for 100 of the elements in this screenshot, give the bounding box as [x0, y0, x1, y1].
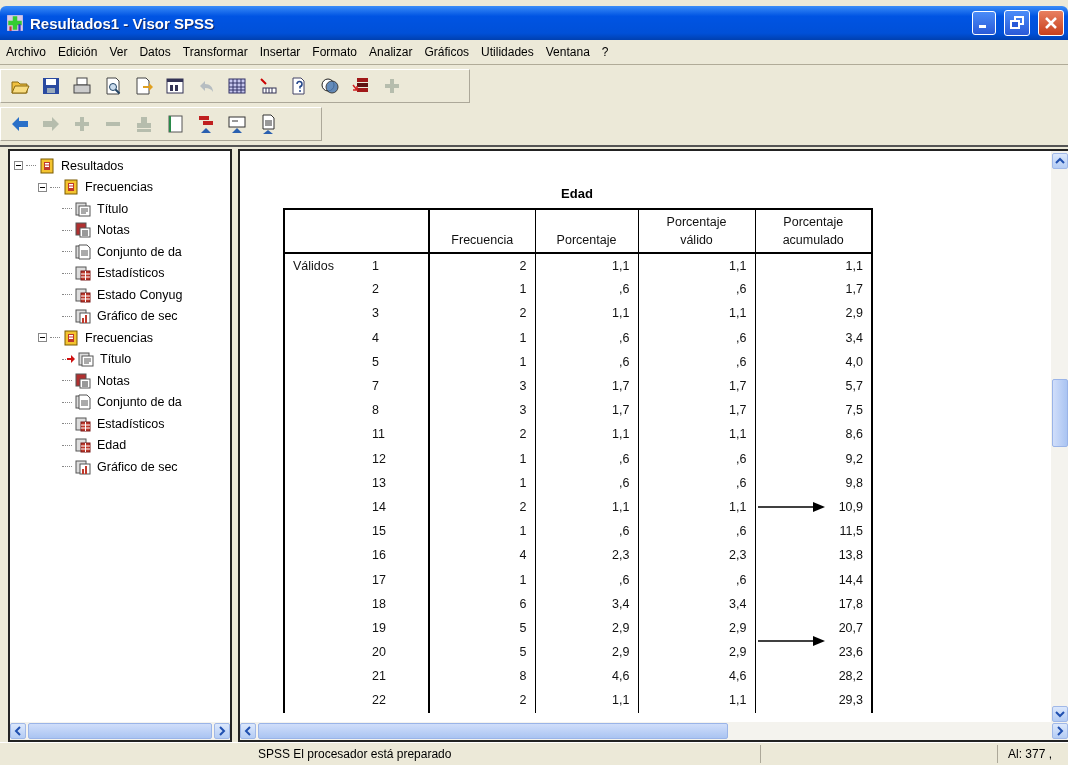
- table-cell: ,6: [736, 524, 747, 539]
- menu-item[interactable]: Ventana: [545, 45, 590, 59]
- table-cell: 1,1: [729, 258, 747, 273]
- menu-item[interactable]: Archivo: [6, 45, 46, 59]
- table-cell: 1: [519, 524, 527, 539]
- table-cell: 1: [519, 572, 527, 587]
- printer-icon[interactable]: [71, 75, 93, 97]
- tree-item[interactable]: Notas: [97, 223, 130, 238]
- table-cell: 3,4: [729, 596, 747, 611]
- menu-item[interactable]: Gráficos: [424, 45, 470, 59]
- row-label: 16: [372, 548, 386, 563]
- table-cell: 1,7: [845, 282, 863, 297]
- scroll-thumb[interactable]: [258, 723, 728, 739]
- scroll-left-button[interactable]: [10, 723, 26, 739]
- row-label: 21: [372, 669, 386, 684]
- table-cell: 1,1: [612, 427, 630, 442]
- table-cell: ,6: [619, 524, 630, 539]
- collapse-toggle[interactable]: [38, 333, 47, 343]
- table-cell: 2,9: [612, 645, 630, 660]
- row-label: 18: [372, 596, 386, 611]
- menu-item[interactable]: Edición: [58, 45, 98, 59]
- scroll-up-button[interactable]: [1051, 153, 1068, 169]
- column-header: Porcentaje acumulado: [781, 214, 845, 249]
- restore-button[interactable]: [1004, 10, 1030, 36]
- tree-item[interactable]: Frecuencias: [85, 180, 154, 195]
- scroll-right-button[interactable]: [214, 723, 230, 739]
- table-cell: 1,1: [729, 306, 747, 321]
- save-icon[interactable]: [40, 75, 62, 97]
- table-cell: 2,9: [612, 620, 630, 635]
- scroll-thumb[interactable]: [1051, 379, 1068, 447]
- table-cell: ,6: [619, 282, 630, 297]
- menu-item[interactable]: ?: [601, 45, 609, 59]
- chevron-right-icon: [217, 726, 227, 736]
- insert-title-icon[interactable]: [226, 113, 248, 135]
- row-label: 2: [372, 282, 379, 297]
- circles-icon[interactable]: [319, 75, 341, 97]
- table-cell: 2,3: [729, 548, 747, 563]
- collapse-toggle[interactable]: [38, 182, 47, 192]
- tree-item[interactable]: Gráfico de sec: [97, 459, 178, 474]
- row-label: 15: [372, 524, 386, 539]
- table-cell: ,6: [619, 475, 630, 490]
- variables-icon[interactable]: [257, 75, 279, 97]
- tree-item[interactable]: Título: [97, 201, 129, 216]
- menu-item[interactable]: Formato: [312, 45, 358, 59]
- table-cell: 9,2: [845, 451, 863, 466]
- table-cell: ,6: [619, 451, 630, 466]
- table-cell: 1,1: [845, 258, 863, 273]
- table-cell: 7,5: [845, 403, 863, 418]
- menu-item[interactable]: Utilidades: [481, 45, 534, 59]
- table-cell: 2: [519, 258, 527, 273]
- scroll-thumb[interactable]: [28, 723, 212, 739]
- tree-item[interactable]: Conjunto de da: [97, 244, 182, 259]
- close-button[interactable]: [1038, 10, 1064, 36]
- scroll-down-button[interactable]: [1051, 706, 1068, 722]
- scroll-right-button[interactable]: [1052, 723, 1068, 739]
- collapse-toggle[interactable]: [14, 161, 23, 171]
- tree-item[interactable]: Estado Conyug: [97, 287, 183, 302]
- window-title: Resultados1 - Visor SPSS: [30, 14, 214, 32]
- row-label: 13: [372, 475, 386, 490]
- tree-item[interactable]: Gráfico de sec: [97, 309, 178, 324]
- table-cell: 2,3: [612, 548, 630, 563]
- tree-item[interactable]: Título: [100, 352, 132, 367]
- grid-icon[interactable]: [226, 75, 248, 97]
- table-cell: 3,4: [845, 330, 863, 345]
- table-cell: ,6: [736, 572, 747, 587]
- menu-item[interactable]: Insertar: [259, 45, 301, 59]
- tree-item[interactable]: Notas: [97, 373, 130, 388]
- tree-item[interactable]: Edad: [97, 438, 127, 453]
- tree-item[interactable]: Frecuencias: [85, 330, 154, 345]
- menu-item[interactable]: Ver: [109, 45, 128, 59]
- table-cell: 1: [519, 330, 527, 345]
- table-cell: 1: [519, 451, 527, 466]
- tree-item[interactable]: Conjunto de da: [97, 395, 182, 410]
- table-cell: 1: [519, 354, 527, 369]
- tree-item[interactable]: Estadísticos: [97, 266, 165, 281]
- row-label: 8: [372, 403, 379, 418]
- row-label: 20: [372, 645, 386, 660]
- table-cell: 3: [519, 403, 527, 418]
- table-title: Edad: [560, 186, 594, 203]
- tree-item[interactable]: Estadísticos: [97, 416, 165, 431]
- table-cell: 4: [519, 548, 527, 563]
- dialog-icon[interactable]: [164, 75, 186, 97]
- table-cell: 9,8: [845, 475, 863, 490]
- export-icon[interactable]: [133, 75, 155, 97]
- table-cell: 3: [519, 379, 527, 394]
- tree-item[interactable]: Resultados: [61, 158, 124, 173]
- table-cell: 1: [519, 282, 527, 297]
- menu-item[interactable]: Datos: [139, 45, 171, 59]
- table-cell: 10,9: [838, 499, 863, 514]
- table-cell: 1,7: [729, 403, 747, 418]
- menu-item[interactable]: Transformar: [182, 45, 248, 59]
- column-header: Porcentaje: [556, 232, 617, 249]
- table-cell: 5,7: [845, 379, 863, 394]
- minimize-button[interactable]: [972, 11, 996, 35]
- table-cell: ,6: [736, 475, 747, 490]
- table-cell: 5: [519, 645, 527, 660]
- column-header: Frecuencia: [451, 232, 514, 249]
- scroll-left-button[interactable]: [240, 723, 256, 739]
- app-icon: [6, 14, 24, 32]
- menu-item[interactable]: Analizar: [369, 45, 413, 59]
